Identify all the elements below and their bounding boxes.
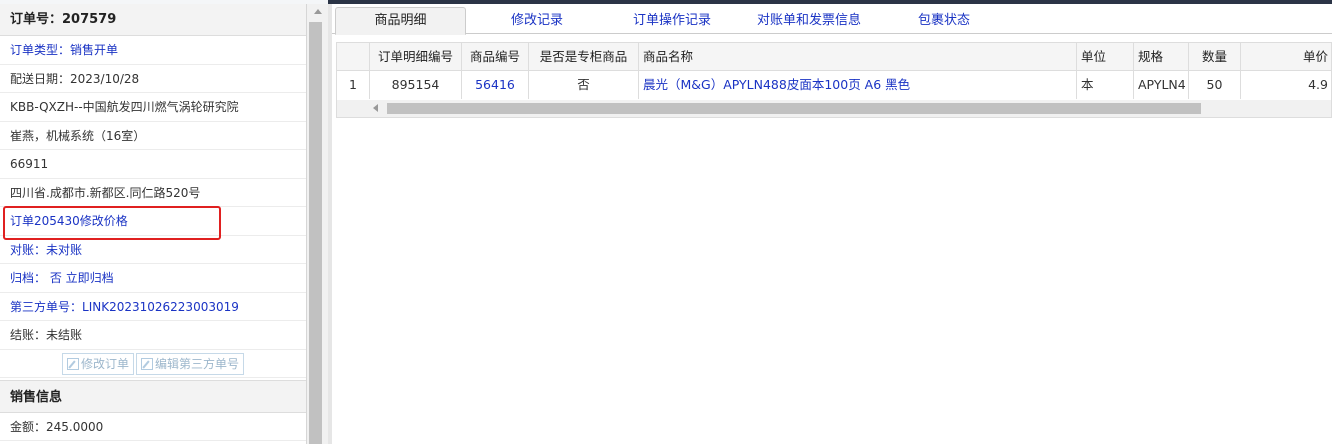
- table-row[interactable]: 1 895154 56416 否 晨光（M&G）APYLN488皮面本100页 …: [337, 71, 1331, 99]
- col-product-id[interactable]: 商品编号: [462, 43, 529, 71]
- row-index: 1: [337, 71, 370, 99]
- col-detail-id[interactable]: 订单明细编号: [370, 43, 462, 71]
- tab-product-details[interactable]: 商品明细: [335, 7, 466, 35]
- cell-detail-id: 895154: [370, 71, 462, 99]
- phone-row: 66911: [0, 150, 306, 179]
- delivery-date-row: 配送日期：2023/10/28: [0, 65, 306, 93]
- cell-counter-product: 否: [529, 71, 639, 99]
- tab-order-operation-log[interactable]: 订单操作记录: [622, 8, 722, 34]
- col-index: [337, 43, 370, 71]
- col-quantity[interactable]: 数量: [1189, 43, 1241, 71]
- edit-third-party-button[interactable]: 编辑第三方单号: [136, 352, 245, 375]
- action-buttons: 修改订单 编辑第三方单号: [0, 350, 306, 378]
- left-scrollbar[interactable]: [307, 4, 328, 444]
- address-row: 四川省.成都市.新都区.同仁路520号: [0, 179, 306, 207]
- col-counter-product[interactable]: 是否是专柜商品: [529, 43, 639, 71]
- col-product-name[interactable]: 商品名称: [639, 43, 1077, 71]
- scroll-up-icon[interactable]: [314, 9, 322, 14]
- detail-panel: 商品明细 修改记录 订单操作记录 对账单和发票信息 包裹状态 订单明细编号 商品…: [332, 4, 1332, 444]
- cell-product-id-link[interactable]: 56416: [462, 71, 529, 99]
- settlement-row: 结账：未结账: [0, 321, 306, 350]
- cell-unit-price: 4.9: [1241, 71, 1331, 99]
- cell-unit: 本: [1077, 71, 1134, 99]
- col-unit-price[interactable]: 单价: [1241, 43, 1331, 71]
- amount-row: 金额：245.0000: [0, 413, 306, 441]
- highlight-box: [3, 206, 221, 240]
- col-unit[interactable]: 单位: [1077, 43, 1134, 71]
- edit-order-button[interactable]: 修改订单: [61, 352, 134, 375]
- cell-spec: APYLN4: [1134, 71, 1189, 99]
- tab-statement-invoice[interactable]: 对账单和发票信息: [744, 8, 874, 34]
- scroll-left-icon[interactable]: [373, 104, 378, 112]
- order-number-header: 订单号：207579: [0, 4, 306, 36]
- tab-change-log[interactable]: 修改记录: [492, 8, 582, 34]
- edit-icon: [141, 357, 153, 370]
- tab-package-status[interactable]: 包裹状态: [904, 8, 984, 34]
- tab-bar: 商品明细 修改记录 订单操作记录 对账单和发票信息 包裹状态: [332, 4, 1332, 35]
- grid-scroll-thumb[interactable]: [387, 103, 1201, 114]
- cell-product-name-link[interactable]: 晨光（M&G）APYLN488皮面本100页 A6 黑色: [639, 71, 1077, 99]
- grid-header: 订单明细编号 商品编号 是否是专柜商品 商品名称 单位 规格 数量 单价: [337, 43, 1331, 71]
- customer-row: KBB-QXZH--中国航发四川燃气涡轮研究院: [0, 93, 306, 122]
- col-spec[interactable]: 规格: [1134, 43, 1189, 71]
- third-party-number-row[interactable]: 第三方单号：LINK20231026223003019: [0, 293, 306, 321]
- product-grid: 订单明细编号 商品编号 是否是专柜商品 商品名称 单位 规格 数量 单价 1 8…: [336, 42, 1332, 118]
- cell-quantity: 50: [1189, 71, 1241, 99]
- grid-horizontal-scrollbar[interactable]: [337, 100, 1331, 117]
- contact-row: 崔燕，机械系统（16室）: [0, 122, 306, 150]
- edit-icon: [66, 357, 79, 370]
- scroll-thumb[interactable]: [309, 22, 322, 444]
- order-type-row: 订单类型：销售开单: [0, 36, 306, 65]
- sales-info-header: 销售信息: [0, 379, 306, 413]
- archive-row[interactable]: 归档： 否 立即归档: [0, 264, 306, 293]
